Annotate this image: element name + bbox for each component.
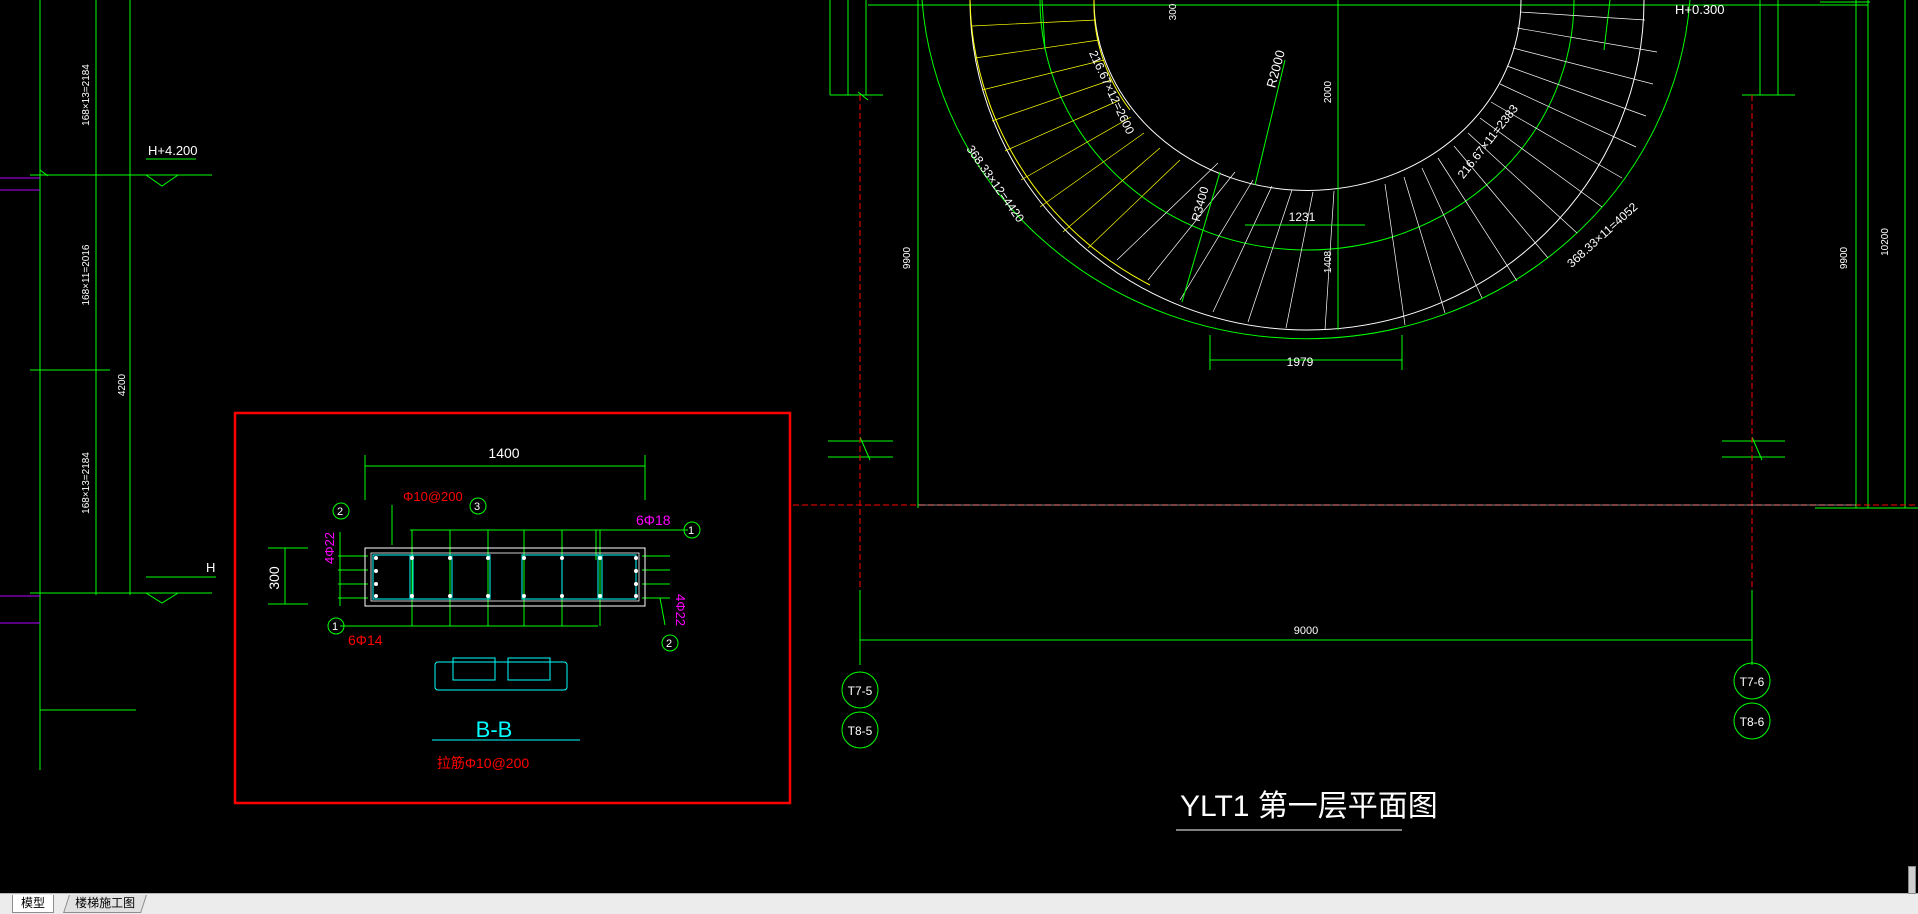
section-mark-3: 3 bbox=[474, 501, 480, 513]
plan-dim-10200: 10200 bbox=[1880, 228, 1891, 256]
plan-stair-treads-yellow bbox=[971, 19, 1181, 249]
cad-drawing-canvas[interactable]: H+4.200 H 168×13=2184 168×11=2016 168×13… bbox=[0, 0, 1918, 893]
section-mark-2-bottom: 2 bbox=[666, 638, 672, 650]
plan-stair-treads bbox=[1116, 11, 1658, 331]
axis-label-t8-5: T8-5 bbox=[848, 724, 873, 738]
elevation-total-height: 4200 bbox=[117, 373, 128, 396]
plan-radius: R2000 bbox=[1263, 48, 1287, 89]
section-mark-1-right: 1 bbox=[688, 525, 694, 537]
tab-stair-construction[interactable]: 楼梯施工图 bbox=[63, 895, 147, 913]
section-height-dim: 300 bbox=[266, 566, 282, 590]
plan-dim-9900-left: 9900 bbox=[902, 246, 913, 269]
plan-axis-bubbles bbox=[841, 662, 1771, 749]
plan-stair-arcs bbox=[921, 0, 1691, 340]
elevation-flight-mid: 168×11=2016 bbox=[81, 244, 92, 305]
section-mark-2-top: 2 bbox=[337, 506, 343, 518]
plan-dim-2000: 2000 bbox=[1323, 80, 1334, 103]
plan-walls bbox=[828, 0, 1918, 665]
vertical-scrollbar[interactable] bbox=[1908, 866, 1916, 894]
section-bar-top: 6Φ18 bbox=[636, 512, 671, 528]
section-bar-left: 4Φ22 bbox=[322, 532, 337, 564]
section-inner-outline bbox=[370, 552, 640, 602]
tab-model[interactable]: 模型 bbox=[12, 895, 55, 913]
elevation-flight-top: 168×13=2184 bbox=[81, 64, 92, 126]
drawing-title: YLT1 第一层平面图 bbox=[1180, 790, 1438, 823]
plan-level-label: H+0.300 bbox=[1675, 2, 1725, 17]
plan-outer-right: 368.33×11=4052 bbox=[1564, 200, 1640, 271]
axis-label-t7-5: T7-5 bbox=[848, 684, 873, 698]
plan-outer-left: 368.33×12=4420 bbox=[964, 143, 1028, 226]
section-name: B-B bbox=[476, 717, 513, 742]
plan-top-small: 300 bbox=[1168, 3, 1179, 20]
plan-dim-9000: 9000 bbox=[1294, 625, 1318, 637]
plan-r-mid: R3400 bbox=[1189, 185, 1212, 223]
axis-label-t8-6: T8-6 bbox=[1740, 715, 1765, 729]
elevation-slab-lines bbox=[0, 177, 40, 624]
layout-tab-bar: 模型 楼梯施工图 bbox=[0, 893, 1918, 914]
plan-dim-1979: 1979 bbox=[1287, 355, 1314, 369]
section-bar-right: 4Φ22 bbox=[673, 594, 688, 626]
elevation-flight-bottom: 168×13=2184 bbox=[81, 452, 92, 514]
plan-inner-left: 216.67×12=2600 bbox=[1086, 48, 1137, 136]
plan-inner-right: 216.67×11=2383 bbox=[1455, 102, 1522, 182]
elevation-level-top: H+4.200 bbox=[148, 143, 198, 158]
section-mark-1-left: 1 bbox=[332, 621, 338, 633]
section-note: 拉筋Φ10@200 bbox=[437, 755, 530, 771]
section-width-dim: 1400 bbox=[488, 445, 519, 461]
section-highlight-frame[interactable] bbox=[233, 411, 792, 805]
section-stirrup-label: Φ10@200 bbox=[403, 489, 463, 504]
section-outline bbox=[364, 547, 646, 607]
plan-dim-1408: 1408 bbox=[1323, 250, 1334, 273]
tab-stair-construction-label: 楼梯施工图 bbox=[75, 896, 136, 910]
plan-dim-1231: 1231 bbox=[1289, 210, 1316, 224]
plan-dim-9900-right: 9900 bbox=[1839, 246, 1850, 269]
section-bar-bottom: 6Φ14 bbox=[348, 632, 383, 648]
plan-axis-lines bbox=[793, 95, 1918, 590]
axis-label-t7-6: T7-6 bbox=[1740, 675, 1765, 689]
elevation-level-bottom: H bbox=[206, 560, 215, 575]
